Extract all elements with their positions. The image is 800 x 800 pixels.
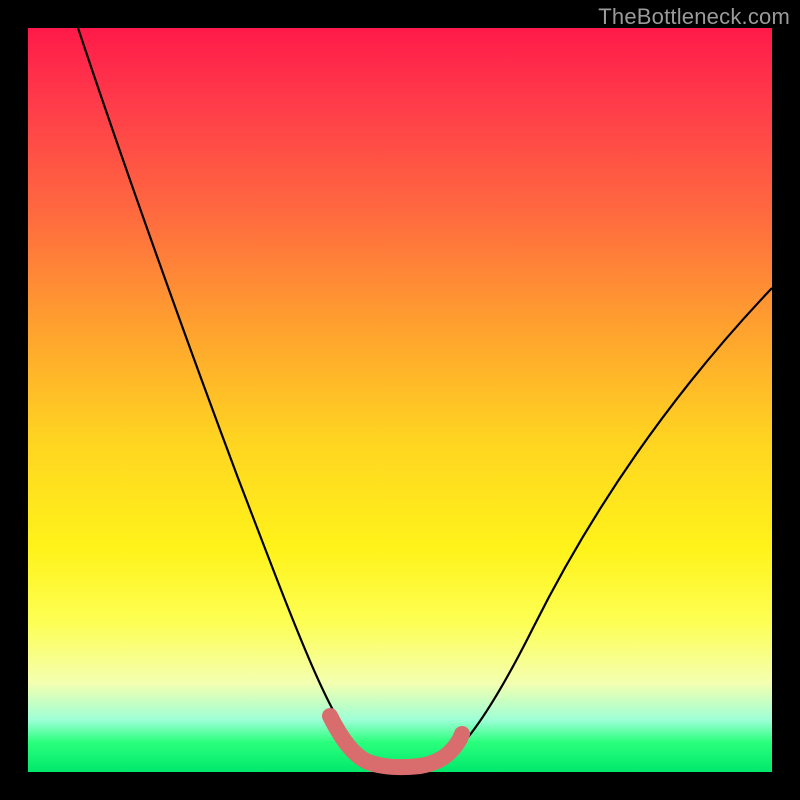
plot-area <box>28 28 772 772</box>
bottleneck-curve <box>78 28 772 768</box>
optimal-region-highlight <box>330 716 462 767</box>
chart-frame: TheBottleneck.com <box>0 0 800 800</box>
watermark-text: TheBottleneck.com <box>598 4 790 30</box>
curve-svg <box>28 28 772 772</box>
